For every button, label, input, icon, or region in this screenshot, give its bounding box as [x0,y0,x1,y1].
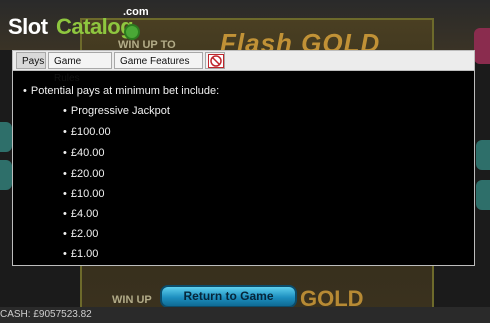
left-side-button [0,160,12,190]
cash-balance: CASH: £9057523.82 [0,309,92,320]
pay-item: £40.00 [63,147,105,159]
pay-item: £10.00 [63,188,105,200]
pay-item: £2.00 [63,228,99,240]
pay-item: £20.00 [63,168,105,180]
pay-item: £4.00 [63,208,99,220]
paytable-panel: Pays Game Rules Game Features Potential … [12,50,475,266]
pays-content: Potential pays at minimum bet include: P… [13,71,474,265]
logo-slot-text: Slot [8,14,48,39]
pay-item: Progressive Jackpot [63,105,170,117]
tab-pays[interactable]: Pays [16,52,46,69]
tab-bar: Pays Game Rules Game Features [13,51,474,84]
tab-game-features[interactable]: Game Features [114,52,203,69]
background-win-up-bottom: WIN UP [112,294,152,306]
logo-ring-icon [124,24,140,40]
age-restriction-icon [208,54,224,68]
logo-catalog-text: Catalog [56,14,134,39]
tab-game-rules[interactable]: Game Rules [48,52,112,84]
status-bar: CASH: £9057523.82 [0,307,490,323]
pay-item: £1.00 [63,248,99,260]
right-side-button [476,140,490,170]
tab-age-restriction[interactable] [205,52,225,69]
left-side-button [0,122,12,152]
right-side-button [476,180,490,210]
logo-com-text: .com [123,6,149,18]
pay-item: £100.00 [63,126,111,138]
return-to-game-button[interactable]: Return to Game [160,285,297,308]
pays-intro: Potential pays at minimum bet include: [23,85,219,97]
right-side-button [474,28,490,64]
